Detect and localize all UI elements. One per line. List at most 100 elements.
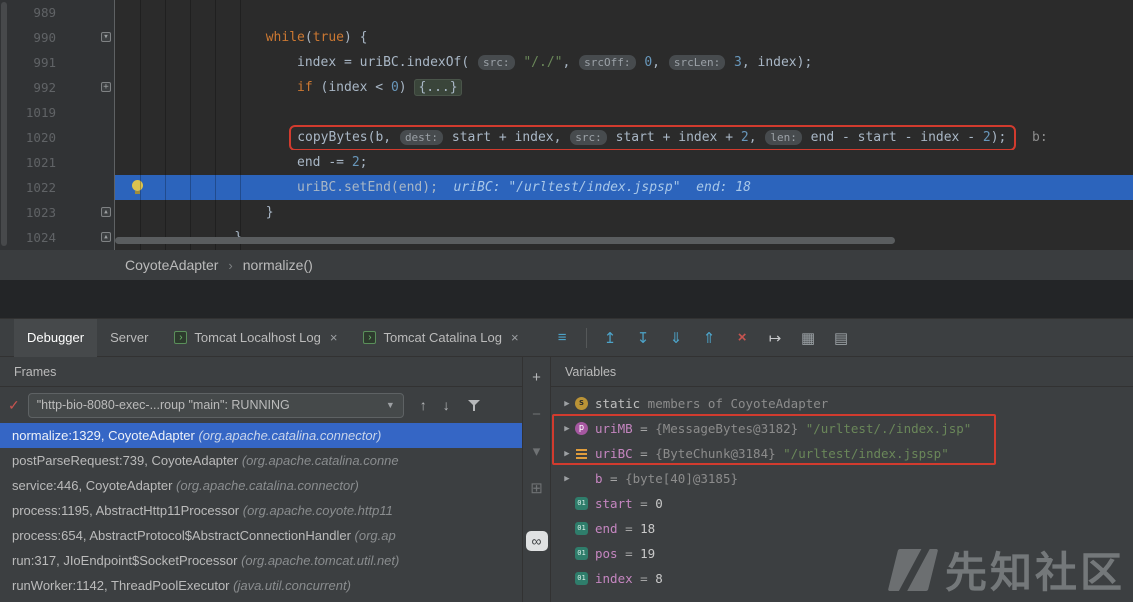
tab-server[interactable]: Server (97, 319, 161, 357)
stack-frame-row[interactable]: process:1195, AbstractHttp11Processor (o… (0, 498, 522, 523)
watches-infinity-icon[interactable]: ∞ (526, 531, 548, 551)
fold-plus-icon[interactable]: + (101, 82, 111, 92)
debug-tool-window: DebuggerServer›Tomcat Localhost Log×›Tom… (0, 318, 1133, 602)
variable-row[interactable]: 01start = 0 (551, 491, 1133, 516)
move-watch-down-icon[interactable]: ▾ (533, 445, 541, 459)
stack-frame-row[interactable]: postParseRequest:739, CoyoteAdapter (org… (0, 448, 522, 473)
frames-header: Frames (0, 357, 522, 387)
tab-label: Server (110, 330, 148, 345)
layout-menu-icon[interactable]: ≡ (546, 329, 579, 346)
editor-gutter[interactable]: 1022 (0, 175, 115, 200)
variable-row[interactable]: 01end = 18 (551, 516, 1133, 541)
variables-panel: Variables ▶sstatic members of CoyoteAdap… (551, 357, 1133, 602)
line-number[interactable]: 1022 (0, 175, 56, 200)
editor-gutter[interactable]: 990 ▾ (0, 25, 115, 50)
close-icon[interactable]: × (511, 330, 519, 345)
watches-toolbar-strip: + − ▾ ⊞ ∞ (523, 357, 551, 602)
remove-watch-icon[interactable]: − (532, 408, 541, 422)
code-text: while(true) { (115, 25, 1133, 50)
variable-row[interactable]: ▶puriMB = {MessageBytes@3182} "/urltest/… (551, 416, 1133, 441)
code-text (115, 0, 1133, 25)
code-content: if (index < 0) {...} (117, 79, 462, 96)
tab-tomcat-catalina-log[interactable]: ›Tomcat Catalina Log× (350, 319, 531, 357)
code-text: uriBC.setEnd(end); uriBC: "/urltest/inde… (115, 175, 1133, 200)
tab-tomcat-localhost-log[interactable]: ›Tomcat Localhost Log× (161, 319, 350, 357)
variable-row[interactable]: ▶uriBC = {ByteChunk@3184} "/urltest/inde… (551, 441, 1133, 466)
stack-frame-row[interactable]: run:317, JIoEndpoint$SocketProcessor (or… (0, 548, 522, 573)
field-variable-icon (575, 447, 588, 460)
thread-dropdown-value: "http-bio-8080-exec-...roup "main": RUNN… (37, 398, 290, 412)
editor-gutter[interactable]: 991 (0, 50, 115, 75)
close-icon[interactable]: × (330, 330, 338, 345)
code-text (115, 100, 1133, 125)
editor-gutter[interactable]: 1021 (0, 150, 115, 175)
stack-frame-row[interactable]: normalize:1329, CoyoteAdapter (org.apach… (0, 423, 522, 448)
code-editor: 989990 ▾ while(true) { 991 index = uriBC.i… (0, 0, 1133, 250)
expand-arrow-icon[interactable]: ▶ (559, 449, 575, 459)
frame-up-icon[interactable]: ↑ (420, 397, 427, 413)
prim-variable-icon: 01 (575, 497, 588, 510)
breadcrumb-class[interactable]: CoyoteAdapter (125, 257, 218, 273)
mute-breakpoints-icon[interactable]: ▤ (825, 329, 858, 347)
run-to-cursor-icon[interactable]: ↦ (759, 329, 792, 347)
breadcrumb-method[interactable]: normalize() (243, 257, 313, 273)
line-number[interactable]: 1019 (0, 100, 56, 125)
stack-frame-row[interactable]: process:654, AbstractProtocol$AbstractCo… (0, 523, 522, 548)
horizontal-scrollbar[interactable] (115, 237, 895, 244)
debug-toolbar: ≡ ↥↧⇓⇑×↦▦▤ (546, 328, 858, 348)
expand-arrow-icon[interactable]: ▶ (559, 399, 575, 409)
debug-tab-bar: DebuggerServer›Tomcat Localhost Log×›Tom… (0, 319, 1133, 357)
duplicate-watch-icon[interactable]: ⊞ (530, 482, 543, 496)
line-number[interactable]: 1024 (0, 225, 56, 250)
tab-label: Debugger (27, 330, 84, 345)
view-breakpoints-icon[interactable]: ▦ (792, 329, 825, 347)
line-number[interactable]: 1020 (0, 125, 56, 150)
editor-gutter[interactable]: 1020 (0, 125, 115, 150)
editor-lines: 989990 ▾ while(true) { 991 index = uriBC.i… (0, 0, 1133, 250)
fold-end-icon[interactable]: ▴ (101, 207, 111, 217)
code-line: 991 index = uriBC.indexOf( src: "/./", s… (0, 50, 1133, 75)
editor-gutter[interactable]: 1023 ▴ (0, 200, 115, 225)
line-number[interactable]: 991 (0, 50, 56, 75)
vertical-scrollbar[interactable] (1, 2, 7, 246)
tab-label: Tomcat Localhost Log (194, 330, 320, 345)
frame-down-icon[interactable]: ↓ (443, 397, 450, 413)
editor-gutter[interactable]: 989 (0, 0, 115, 25)
expand-arrow-icon[interactable]: ▶ (559, 424, 575, 434)
fold-end-icon[interactable]: ▴ (101, 232, 111, 242)
line-number[interactable]: 989 (0, 0, 56, 25)
frames-panel: Frames ✓ "http-bio-8080-exec-...roup "ma… (0, 357, 523, 602)
line-number[interactable]: 990 (0, 25, 56, 50)
editor-gutter[interactable]: 1024 ▴ (0, 225, 115, 250)
expand-arrow-icon[interactable]: ▶ (559, 474, 575, 484)
toolbar-separator (586, 328, 587, 348)
code-content: while(true) { (117, 30, 367, 45)
code-line: 1021 end -= 2; (0, 150, 1133, 175)
editor-gutter[interactable]: 992 + (0, 75, 115, 100)
line-number[interactable]: 992 (0, 75, 56, 100)
tab-debugger[interactable]: Debugger (14, 319, 97, 357)
fold-open-icon[interactable]: ▾ (101, 32, 111, 42)
step-into-icon[interactable]: ⇓ (660, 329, 693, 347)
line-number[interactable]: 1023 (0, 200, 56, 225)
intention-bulb-icon[interactable] (131, 180, 145, 194)
stack-frame-row[interactable]: service:446, CoyoteAdapter (org.apache.c… (0, 473, 522, 498)
frames-list: normalize:1329, CoyoteAdapter (org.apach… (0, 423, 522, 602)
thread-selector-row: ✓ "http-bio-8080-exec-...roup "main": RU… (0, 387, 522, 423)
variable-row[interactable]: ▶sstatic members of CoyoteAdapter (551, 391, 1133, 416)
editor-gutter[interactable]: 1019 (0, 100, 115, 125)
show-execution-point-icon[interactable]: ↥ (594, 329, 627, 347)
code-text: if (index < 0) {...} (115, 75, 1133, 100)
line-number[interactable]: 1021 (0, 150, 56, 175)
variable-row[interactable]: 01pos = 19 (551, 541, 1133, 566)
hide-frames-filter-icon[interactable] (468, 399, 480, 412)
add-watch-icon[interactable]: + (532, 371, 541, 385)
step-over-icon[interactable]: ↧ (627, 329, 660, 347)
variable-row[interactable]: 01index = 8 (551, 566, 1133, 591)
step-out-icon[interactable]: ⇑ (693, 329, 726, 347)
drop-frame-icon[interactable]: × (726, 329, 759, 346)
variable-row[interactable]: ▶b = {byte[40]@3185} (551, 466, 1133, 491)
thread-dropdown[interactable]: "http-bio-8080-exec-...roup "main": RUNN… (28, 393, 404, 418)
stack-frame-row[interactable]: runWorker:1142, ThreadPoolExecutor (java… (0, 573, 522, 598)
chevron-down-icon: ▼ (380, 400, 395, 410)
